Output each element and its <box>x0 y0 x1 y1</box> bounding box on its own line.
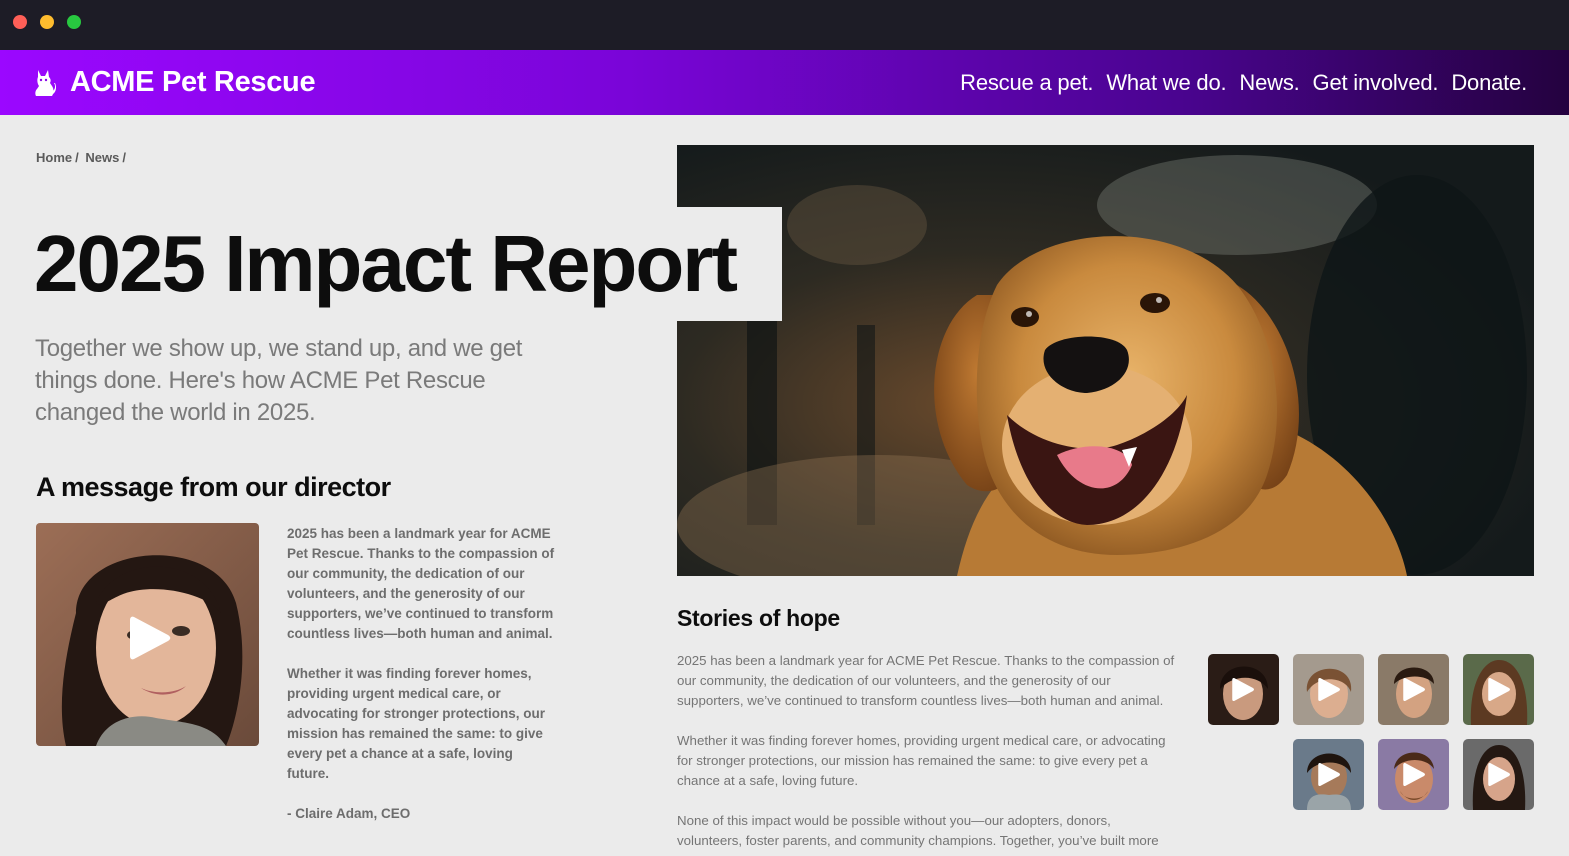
stories-paragraph: None of this impact would be possible wi… <box>677 813 1159 848</box>
stories-heading: Stories of hope <box>677 605 840 631</box>
window-titlebar <box>0 0 1569 50</box>
window-maximize-button[interactable] <box>67 15 81 29</box>
pet-logo-icon <box>35 69 56 96</box>
breadcrumb-news[interactable]: News <box>85 150 119 165</box>
brand-link[interactable]: ACME Pet Rescue <box>32 50 316 115</box>
window-close-button[interactable] <box>13 15 27 29</box>
nav-news[interactable]: News. <box>1239 70 1299 96</box>
director-message: 2025 has been a landmark year for ACME P… <box>287 524 557 844</box>
brand-name: ACME Pet Rescue <box>70 66 316 98</box>
breadcrumb-separator: / <box>75 150 79 165</box>
play-icon[interactable] <box>124 613 174 663</box>
main-nav: Rescue a pet. What we do. News. Get invo… <box>947 50 1527 115</box>
story-video-thumbnail[interactable] <box>1463 654 1534 725</box>
dog-illustration <box>677 145 1534 576</box>
window-minimize-button[interactable] <box>40 15 54 29</box>
story-video-thumbnail[interactable] <box>1293 739 1364 810</box>
page-title: 2025 Impact Report <box>34 219 738 308</box>
director-paragraph: 2025 has been a landmark year for ACME P… <box>287 526 555 641</box>
director-paragraph: Whether it was finding forever homes, pr… <box>287 666 546 781</box>
nav-rescue-a-pet[interactable]: Rescue a pet. <box>960 70 1093 96</box>
hero-dog-image <box>677 145 1534 576</box>
stories-paragraph: Whether it was finding forever homes, pr… <box>677 733 1166 788</box>
play-icon[interactable] <box>1485 676 1512 703</box>
breadcrumb: Home / News / <box>36 150 129 165</box>
story-video-thumbnail[interactable] <box>1378 739 1449 810</box>
play-icon[interactable] <box>1400 676 1427 703</box>
nav-donate[interactable]: Donate. <box>1451 70 1527 96</box>
stories-paragraph: 2025 has been a landmark year for ACME P… <box>677 653 1175 708</box>
play-icon[interactable] <box>1315 676 1342 703</box>
play-icon[interactable] <box>1229 676 1256 703</box>
breadcrumb-separator: / <box>122 150 126 165</box>
story-video-thumbnail[interactable] <box>1208 654 1279 725</box>
page-lede: Together we show up, we stand up, and we… <box>35 335 523 426</box>
breadcrumb-home[interactable]: Home <box>36 150 72 165</box>
director-video[interactable] <box>36 523 259 746</box>
story-video-thumbnail[interactable] <box>1293 654 1364 725</box>
story-video-thumbnail[interactable] <box>1378 654 1449 725</box>
site-navbar: ACME Pet Rescue Rescue a pet. What we do… <box>0 50 1569 115</box>
play-icon[interactable] <box>1400 761 1427 788</box>
play-icon[interactable] <box>1315 761 1342 788</box>
nav-what-we-do[interactable]: What we do. <box>1106 70 1226 96</box>
director-heading: A message from our director <box>36 472 391 502</box>
stories-body: 2025 has been a landmark year for ACME P… <box>677 651 1177 856</box>
story-video-thumbnail[interactable] <box>1463 739 1534 810</box>
nav-get-involved[interactable]: Get involved. <box>1313 70 1439 96</box>
director-signature: - Claire Adam, CEO <box>287 806 411 821</box>
play-icon[interactable] <box>1485 761 1512 788</box>
